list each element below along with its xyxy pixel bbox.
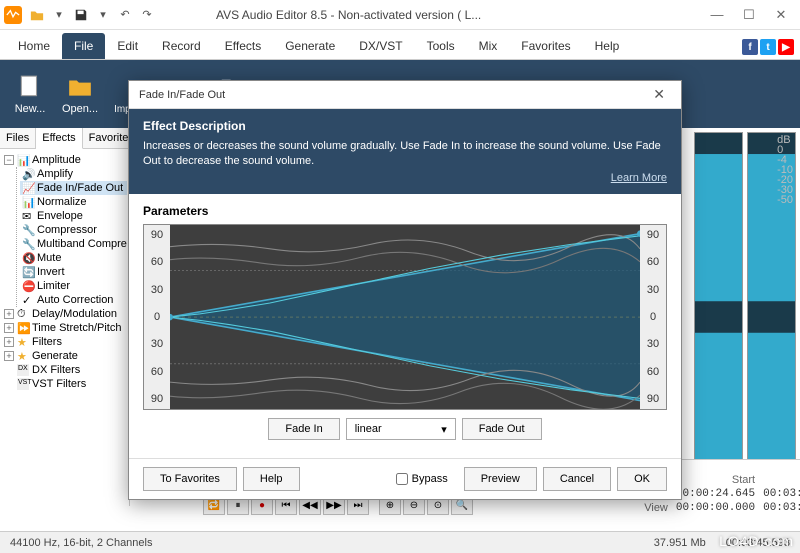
dialog-description: Effect Description Increases or decrease… [129, 109, 681, 194]
db-scale: dB0-4-10-20-30-50 [777, 135, 793, 205]
maximize-button[interactable]: ☐ [734, 4, 764, 26]
tree-autocorrect[interactable]: ✓Auto Correction [20, 293, 127, 307]
tree-fade[interactable]: 📈Fade In/Fade Out [20, 181, 127, 195]
chevron-down-icon: ▾ [441, 423, 447, 436]
menu-effects[interactable]: Effects [213, 33, 273, 59]
to-favorites-button[interactable]: To Favorites [143, 467, 237, 491]
learn-more-link[interactable]: Learn More [611, 172, 667, 184]
tree-normalize[interactable]: 📊Normalize [20, 195, 127, 209]
status-format: 44100 Hz, 16-bit, 2 Channels [10, 537, 152, 549]
qat-open-icon[interactable] [28, 6, 46, 24]
tree-limiter[interactable]: ⛔Limiter [20, 279, 127, 293]
tree-envelope[interactable]: ✉Envelope [20, 209, 127, 223]
menu-favorites[interactable]: Favorites [509, 33, 582, 59]
sidebar: Files Effects Favorites −📊Amplitude 🔊Amp… [0, 128, 130, 506]
close-button[interactable]: ✕ [766, 4, 796, 26]
facebook-icon[interactable]: f [742, 39, 758, 55]
twitter-icon[interactable]: t [760, 39, 776, 55]
status-size: 37.951 Mb [654, 537, 706, 549]
ribbon-open-button[interactable]: Open... [56, 69, 104, 119]
youtube-icon[interactable]: ▶ [778, 39, 794, 55]
menu-generate[interactable]: Generate [273, 33, 347, 59]
menu-tools[interactable]: Tools [415, 33, 467, 59]
title-bar: ▾ ▾ ↶ ↷ AVS Audio Editor 8.5 - Non-activ… [0, 0, 800, 30]
tree-invert[interactable]: 🔄Invert [20, 265, 127, 279]
status-bar: 44100 Hz, 16-bit, 2 Channels 37.951 Mb 0… [0, 531, 800, 553]
open-folder-icon [66, 73, 94, 101]
menu-help[interactable]: Help [583, 33, 632, 59]
tree-timestretch[interactable]: +⏩Time Stretch/Pitch [2, 321, 127, 335]
minimize-button[interactable]: — [702, 4, 732, 26]
watermark: LO4D.com [719, 533, 794, 549]
tree-amplify[interactable]: 🔊Amplify [20, 167, 127, 181]
bypass-checkbox[interactable]: Bypass [396, 473, 448, 485]
fade-out-button[interactable]: Fade Out [462, 418, 542, 440]
left-scale: 9060300306090 [144, 225, 170, 409]
tree-vstfilters[interactable]: VSTVST Filters [2, 377, 127, 391]
qat-dropdown-icon[interactable]: ▾ [50, 6, 68, 24]
tree-compressor[interactable]: 🔧Compressor [20, 223, 127, 237]
waveform-right: dB0-4-10-20-30-50 [747, 132, 796, 502]
menu-dxvst[interactable]: DX/VST [347, 33, 414, 59]
fade-dialog: Fade In/Fade Out ✕ Effect Description In… [128, 80, 682, 500]
menu-mix[interactable]: Mix [467, 33, 510, 59]
right-scale: 9060300306090 [640, 225, 666, 409]
effects-tree: −📊Amplitude 🔊Amplify 📈Fade In/Fade Out 📊… [0, 149, 129, 395]
dialog-close-button[interactable]: ✕ [647, 86, 671, 103]
description-text: Increases or decreases the sound volume … [143, 139, 667, 170]
qat-undo-icon[interactable]: ↶ [116, 6, 134, 24]
menu-file[interactable]: File [62, 33, 105, 59]
ribbon-new-button[interactable]: New... [8, 69, 52, 119]
qat-save-icon[interactable] [72, 6, 90, 24]
window-title: AVS Audio Editor 8.5 - Non-activated ver… [216, 8, 481, 22]
tree-delay[interactable]: +⏱Delay/Modulation [2, 307, 127, 321]
cancel-button[interactable]: Cancel [543, 467, 611, 491]
menu-edit[interactable]: Edit [105, 33, 150, 59]
parameters-heading: Parameters [143, 204, 667, 218]
description-heading: Effect Description [143, 119, 667, 133]
dialog-title: Fade In/Fade Out [139, 89, 225, 101]
waveform-left [694, 132, 743, 502]
app-icon [4, 6, 22, 24]
tree-amplitude[interactable]: −📊Amplitude [2, 153, 127, 167]
tree-generate[interactable]: +★Generate [2, 349, 127, 363]
ok-button[interactable]: OK [617, 467, 667, 491]
tree-filters[interactable]: +★Filters [2, 335, 127, 349]
tree-dxfilters[interactable]: DXDX Filters [2, 363, 127, 377]
sidebar-tab-favorites[interactable]: Favorites [83, 128, 130, 148]
qat-dropdown2-icon[interactable]: ▾ [94, 6, 112, 24]
tree-mute[interactable]: 🔇Mute [20, 251, 127, 265]
amplitude-icon: 📊 [17, 154, 29, 166]
qat-redo-icon[interactable]: ↷ [138, 6, 156, 24]
help-button[interactable]: Help [243, 467, 300, 491]
menu-record[interactable]: Record [150, 33, 213, 59]
tree-multiband[interactable]: 🔧Multiband Compressor [20, 237, 127, 251]
preview-button[interactable]: Preview [464, 467, 537, 491]
sidebar-tab-effects[interactable]: Effects [36, 128, 82, 149]
level-meter-panel: dB0-4-10-20-30-50 [690, 128, 800, 506]
dialog-title-bar[interactable]: Fade In/Fade Out ✕ [129, 81, 681, 109]
menu-bar: Home File Edit Record Effects Generate D… [0, 30, 800, 60]
parameters-canvas[interactable]: 9060300306090 [143, 224, 667, 410]
curve-select[interactable]: linear▾ [346, 418, 456, 440]
waveform-preview[interactable] [170, 225, 640, 409]
menu-home[interactable]: Home [6, 33, 62, 59]
fade-in-button[interactable]: Fade In [268, 418, 339, 440]
sidebar-tab-files[interactable]: Files [0, 128, 36, 148]
new-file-icon [16, 73, 44, 101]
